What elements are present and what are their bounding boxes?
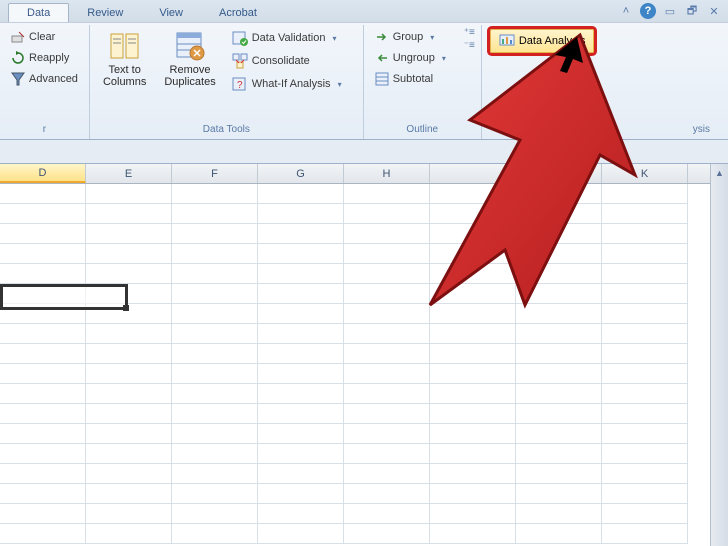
data-validation-label: Data Validation — [252, 32, 326, 44]
column-header-k[interactable]: K — [602, 164, 688, 183]
clear-label: Clear — [29, 31, 55, 43]
reapply-button[interactable]: Reapply — [6, 48, 83, 68]
text-to-columns-icon — [109, 30, 141, 62]
consolidate-icon — [232, 53, 248, 69]
column-header-d[interactable]: D — [0, 164, 86, 183]
tab-acrobat[interactable]: Acrobat — [201, 4, 275, 22]
restore-window-icon[interactable]: 🗗 — [684, 3, 700, 19]
data-tools-group-label: Data Tools — [96, 122, 357, 137]
clear-icon — [11, 30, 25, 44]
group-label: Group — [393, 31, 424, 43]
remove-duplicates-label: Remove Duplicates — [164, 64, 215, 88]
data-analysis-label: Data Analysis — [519, 35, 586, 47]
scroll-up-button[interactable]: ▲ — [711, 164, 728, 182]
data-analysis-icon — [499, 33, 515, 49]
column-header-g[interactable]: G — [258, 164, 344, 183]
selected-cell[interactable] — [0, 284, 128, 310]
subtotal-button[interactable]: Subtotal — [370, 69, 460, 89]
outline-group-label: Outline — [370, 122, 475, 137]
minimize-window-icon[interactable]: ▭ — [662, 3, 678, 19]
tab-view[interactable]: View — [141, 4, 201, 22]
group-icon — [375, 30, 389, 44]
ungroup-icon — [375, 51, 389, 65]
column-header-e[interactable]: E — [86, 164, 172, 183]
analysis-group-label: ysis — [488, 122, 722, 137]
advanced-button[interactable]: Advanced — [6, 69, 83, 89]
column-headers: D E F G H K — [0, 164, 710, 184]
ungroup-label: Ungroup — [393, 52, 435, 64]
vertical-scrollbar[interactable]: ▲ — [710, 164, 728, 546]
help-icon[interactable]: ? — [640, 3, 656, 19]
remove-duplicates-icon — [174, 30, 206, 62]
collapse-ribbon-icon[interactable]: ˄ — [618, 3, 634, 19]
column-header-j[interactable] — [516, 164, 602, 183]
column-header-f[interactable]: F — [172, 164, 258, 183]
what-if-label: What-If Analysis — [252, 78, 331, 90]
consolidate-label: Consolidate — [252, 55, 310, 67]
advanced-icon — [11, 72, 25, 86]
consolidate-button[interactable]: Consolidate — [227, 50, 357, 72]
tab-review[interactable]: Review — [69, 4, 141, 22]
reapply-icon — [11, 51, 25, 65]
data-validation-icon — [232, 30, 248, 46]
data-analysis-button[interactable]: Data Analysis — [490, 29, 595, 53]
what-if-analysis-button[interactable]: ? What-If Analysis — [227, 73, 357, 95]
group-button[interactable]: Group — [370, 27, 460, 47]
advanced-label: Advanced — [29, 73, 78, 85]
remove-duplicates-button[interactable]: Remove Duplicates — [157, 27, 222, 122]
show-detail-button[interactable]: ⁺≡ — [464, 27, 475, 38]
cell-grid[interactable] — [0, 184, 710, 546]
column-header-i[interactable] — [430, 164, 516, 183]
subtotal-icon — [375, 72, 389, 86]
hide-detail-button[interactable]: ⁻≡ — [464, 40, 475, 51]
svg-text:?: ? — [237, 80, 243, 91]
clear-button[interactable]: Clear — [6, 27, 83, 47]
sort-filter-group-label: r — [6, 122, 83, 137]
tab-data[interactable]: Data — [8, 3, 69, 22]
subtotal-label: Subtotal — [393, 73, 433, 85]
data-validation-button[interactable]: Data Validation — [227, 27, 357, 49]
reapply-label: Reapply — [29, 52, 69, 64]
column-header-h[interactable]: H — [344, 164, 430, 183]
text-to-columns-label: Text to Columns — [103, 64, 146, 88]
close-window-icon[interactable]: ✕ — [706, 3, 722, 19]
text-to-columns-button[interactable]: Text to Columns — [96, 27, 153, 122]
ribbon-tabs: Data Review View Acrobat ˄ ? ▭ 🗗 ✕ — [0, 0, 728, 22]
formula-bar[interactable] — [0, 140, 728, 164]
ribbon: Clear Reapply Advanced r Text to Columns — [0, 22, 728, 140]
ungroup-button[interactable]: Ungroup — [370, 48, 460, 68]
what-if-icon: ? — [232, 76, 248, 92]
